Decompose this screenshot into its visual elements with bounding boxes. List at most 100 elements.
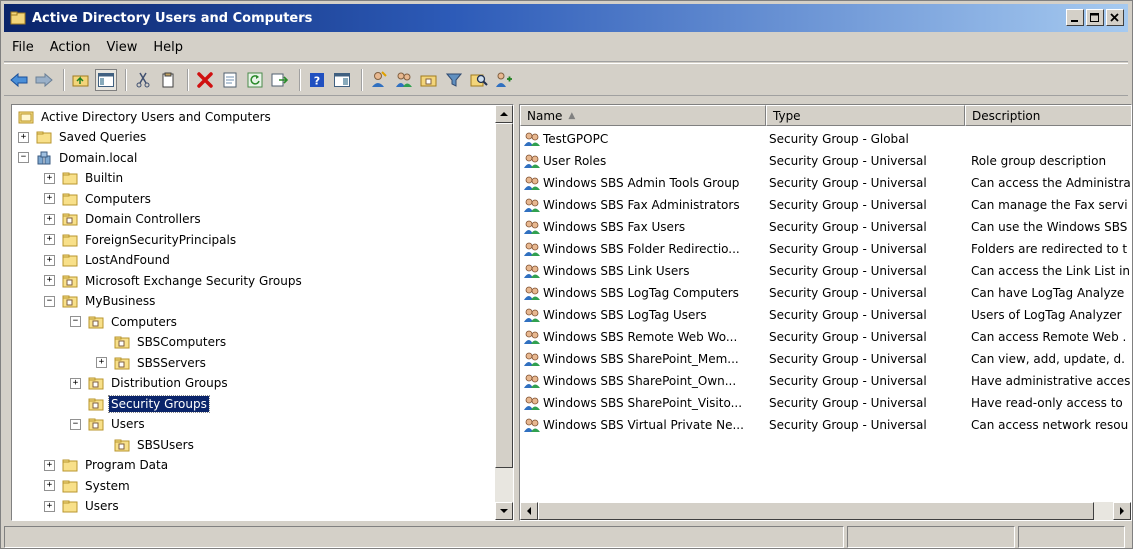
tree-item[interactable]: − Computers	[70, 311, 179, 332]
list-item[interactable]: Windows SBS Folder Redirectio... Security…	[520, 238, 1131, 260]
close-button[interactable]	[1106, 9, 1124, 26]
folder-icon	[62, 254, 78, 267]
group-name: Windows SBS SharePoint_Mem...	[543, 352, 739, 366]
expand-icon[interactable]: +	[96, 357, 107, 368]
security-group-icon	[524, 198, 540, 212]
tree-item[interactable]: + Domain Controllers	[44, 209, 203, 230]
collapse-icon[interactable]: −	[44, 295, 55, 307]
scroll-down-button[interactable]	[495, 502, 513, 520]
column-header-name[interactable]: Name ▲	[520, 105, 766, 126]
tree-item[interactable]: − Domain.local	[18, 147, 139, 168]
title-bar[interactable]: Active Directory Users and Computers	[4, 4, 1128, 32]
refresh-icon[interactable]	[244, 69, 266, 91]
scrollbar-thumb[interactable]	[538, 502, 1094, 520]
menu-action[interactable]: Action	[42, 40, 99, 55]
details-list-pane[interactable]: Name ▲ Type Description TestGPOPC Securit…	[519, 104, 1132, 521]
list-item[interactable]: Windows SBS Remote Web Wo... Security Gro…	[520, 326, 1131, 348]
list-item[interactable]: Windows SBS Fax Users Security Group - Un…	[520, 216, 1131, 238]
show-console-tree-icon[interactable]	[95, 68, 117, 91]
new-group-icon[interactable]	[393, 69, 415, 91]
copy-icon[interactable]	[157, 69, 179, 91]
list-item[interactable]: Windows SBS SharePoint_Visito... Security…	[520, 392, 1131, 414]
tree-item[interactable]: + ForeignSecurityPrincipals	[44, 229, 238, 250]
export-list-icon[interactable]	[269, 69, 291, 91]
add-to-group-icon[interactable]	[493, 69, 515, 91]
expand-icon[interactable]: +	[44, 500, 55, 512]
tree-item[interactable]: + Computers	[44, 188, 153, 209]
expand-icon[interactable]: +	[70, 377, 81, 389]
list-horizontal-scrollbar[interactable]	[520, 502, 1131, 520]
group-type: Security Group - Global	[769, 132, 909, 146]
up-folder-icon[interactable]	[70, 69, 92, 91]
menu-help[interactable]: Help	[145, 40, 191, 55]
help-icon[interactable]: ?	[306, 69, 328, 91]
new-user-icon[interactable]	[368, 69, 390, 91]
expand-icon[interactable]: +	[44, 193, 55, 204]
tree-item[interactable]: + Saved Queries	[18, 127, 148, 148]
tree-item[interactable]: + Program Data	[44, 455, 170, 476]
group-description: Can manage the Fax servi	[971, 198, 1128, 212]
tree-item[interactable]: + Builtin	[44, 168, 125, 189]
list-item[interactable]: Windows SBS LogTag Computers Security Gro…	[520, 282, 1131, 304]
delete-icon[interactable]	[194, 69, 216, 91]
console-tree-pane[interactable]: Active Directory Users and Computers + Sav…	[11, 104, 514, 521]
show-pane-icon[interactable]	[331, 69, 353, 91]
tree-item[interactable]: − Users	[70, 414, 147, 435]
list-item[interactable]: Windows SBS SharePoint_Mem... Security Gr…	[520, 348, 1131, 370]
cut-icon[interactable]	[132, 69, 154, 91]
list-item[interactable]: Windows SBS Virtual Private Ne... Securit…	[520, 414, 1131, 436]
expand-icon[interactable]: +	[44, 275, 55, 286]
scrollbar-thumb[interactable]	[495, 123, 513, 468]
expand-icon[interactable]: +	[44, 459, 55, 471]
expand-icon[interactable]: +	[44, 213, 55, 225]
tree-item[interactable]: + Distribution Groups	[70, 373, 230, 394]
scroll-right-button[interactable]	[1113, 502, 1131, 520]
list-item[interactable]: Windows SBS LogTag Users Security Group -…	[520, 304, 1131, 326]
tree-item[interactable]: − MyBusiness	[44, 291, 157, 312]
column-header-description[interactable]: Description	[965, 105, 1131, 126]
tree-item[interactable]: Active Directory Users and Computers	[18, 106, 273, 127]
expand-icon[interactable]: +	[44, 172, 55, 184]
list-item[interactable]: TestGPOPC Security Group - Global	[520, 128, 1131, 150]
tree-item[interactable]: SBSComputers	[96, 332, 228, 353]
group-name: Windows SBS SharePoint_Own...	[543, 374, 737, 388]
tree-item[interactable]: SBSUsers	[96, 434, 196, 455]
collapse-icon[interactable]: −	[70, 316, 81, 327]
menu-view[interactable]: View	[98, 40, 145, 55]
expand-icon[interactable]: +	[44, 480, 55, 491]
collapse-icon[interactable]: −	[18, 152, 29, 163]
scroll-left-button[interactable]	[520, 502, 538, 520]
group-description: Can access network resou	[971, 418, 1129, 432]
back-icon[interactable]	[8, 69, 30, 91]
forward-icon[interactable]	[33, 69, 55, 91]
ou-icon	[88, 398, 104, 410]
tree-item[interactable]: + Users	[44, 496, 121, 517]
expand-icon[interactable]: +	[44, 254, 55, 266]
minimize-icon	[1071, 19, 1078, 22]
column-header-type[interactable]: Type	[766, 105, 965, 126]
collapse-icon[interactable]: −	[70, 418, 81, 430]
properties-icon[interactable]	[219, 69, 241, 91]
new-ou-icon[interactable]	[418, 69, 440, 91]
tree-item-label: Users	[111, 417, 145, 431]
tree-item[interactable]: + System	[44, 475, 132, 496]
tree-item[interactable]: + Microsoft Exchange Security Groups	[44, 270, 304, 291]
expand-icon[interactable]: +	[18, 131, 29, 143]
list-item[interactable]: User Roles Security Group - Universal Role…	[520, 150, 1131, 172]
find-icon[interactable]	[468, 69, 490, 91]
list-item[interactable]: Windows SBS Link Users Security Group - U…	[520, 260, 1131, 282]
list-item[interactable]: Windows SBS SharePoint_Own... Security Gr…	[520, 370, 1131, 392]
tree-item[interactable]: + LostAndFound	[44, 250, 172, 271]
maximize-button[interactable]	[1086, 9, 1104, 26]
tree-vertical-scrollbar[interactable]	[495, 105, 513, 520]
list-item[interactable]: Windows SBS Admin Tools Group Security Gr…	[520, 172, 1131, 194]
tree-item[interactable]: + SBSServers	[96, 352, 208, 373]
list-item[interactable]: Windows SBS Fax Administrators Security G…	[520, 194, 1131, 216]
arrow-left-icon	[527, 507, 531, 515]
minimize-button[interactable]	[1066, 9, 1084, 26]
scroll-up-button[interactable]	[495, 105, 513, 123]
expand-icon[interactable]: +	[44, 234, 55, 245]
menu-file[interactable]: File	[4, 40, 42, 55]
filter-icon[interactable]	[443, 69, 465, 91]
tree-item[interactable]: Security Groups	[70, 393, 210, 414]
